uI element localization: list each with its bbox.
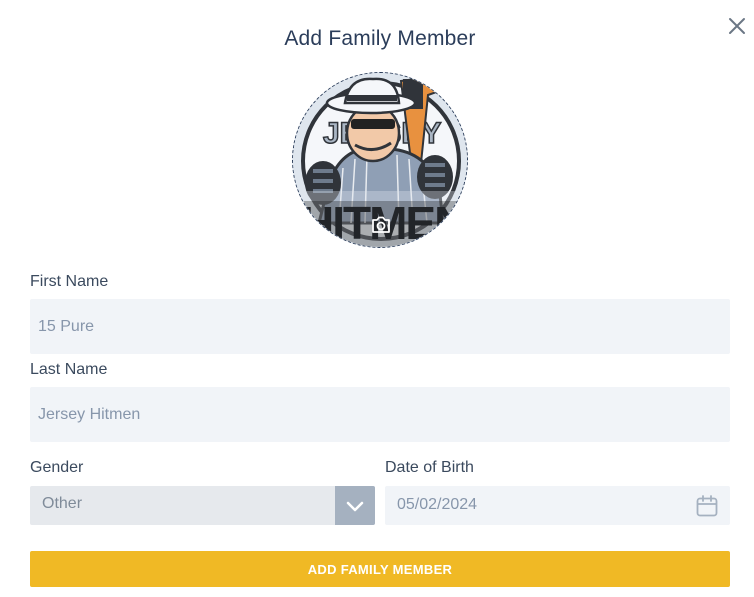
first-name-label: First Name [30,273,109,290]
add-family-member-button[interactable]: ADD FAMILY MEMBER [30,551,730,587]
dob-value: 05/02/2024 [397,496,478,513]
gender-dropdown-button[interactable] [335,486,375,525]
avatar-upload[interactable]: JERSEY [292,72,468,248]
add-family-member-modal: Add Family Member JERSEY [0,0,754,597]
close-icon[interactable] [726,15,748,37]
first-name-field[interactable] [30,299,730,354]
gender-selected-value: Other [42,495,83,512]
gender-select[interactable]: Other [30,486,375,525]
dob-field[interactable]: 05/02/2024 [385,486,730,525]
modal-title: Add Family Member [284,27,476,50]
camera-icon[interactable] [369,213,393,237]
last-name-field[interactable] [30,387,730,442]
chevron-down-icon [346,501,364,511]
gender-label: Gender [30,459,84,476]
last-name-label: Last Name [30,361,108,378]
dob-label: Date of Birth [385,459,474,476]
calendar-icon[interactable] [695,494,719,518]
